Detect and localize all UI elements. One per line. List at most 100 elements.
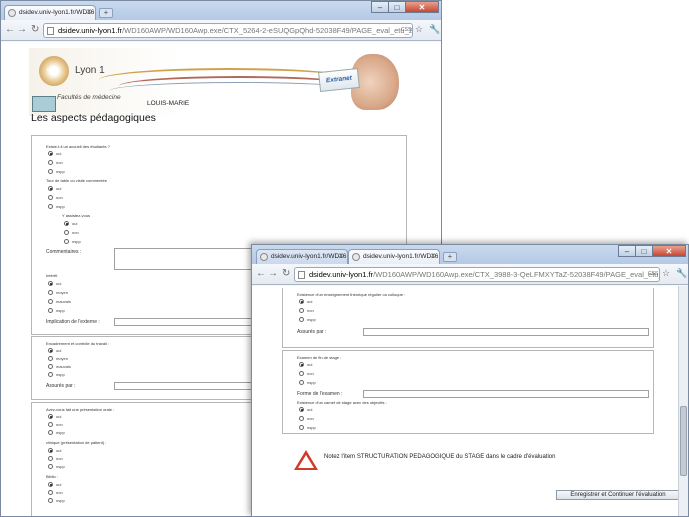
back-arrow-icon[interactable]: ← [256, 268, 266, 279]
wrench-icon[interactable]: 🔧 [676, 268, 687, 279]
radio-option[interactable]: oui [48, 151, 61, 157]
radio-option[interactable]: oui [299, 362, 312, 368]
reload-icon[interactable]: ↻ [282, 268, 290, 279]
radio-option[interactable]: nspp [48, 169, 65, 175]
radio-option[interactable]: mauvais [48, 299, 71, 305]
radio-option[interactable]: non [299, 371, 314, 377]
tab-title: dsidev.univ-lyon1.fr/WD16 [363, 253, 439, 260]
scrollbar[interactable] [678, 286, 688, 516]
radio-option[interactable]: nspp [299, 425, 316, 431]
radio-option[interactable]: oui [299, 407, 312, 413]
address-bar[interactable]: dsidev.univ-lyon1.fr/WD160AWP/WD160Awp.e… [43, 23, 413, 38]
browser-toolbar: ← → ↻ dsidev.univ-lyon1.fr/WD160AWP/WD16… [1, 20, 441, 41]
browser-toolbar: ← → ↻ dsidev.univ-lyon1.fr/WD160AWP/WD16… [252, 264, 688, 285]
minimize-button[interactable]: – [371, 1, 389, 13]
exam-form-input[interactable] [363, 390, 649, 398]
logo-text: Lyon 1 [75, 65, 105, 76]
maximize-button[interactable]: □ [388, 1, 406, 13]
close-window-button[interactable]: ✕ [405, 1, 439, 13]
page-content: Existence d'un enseignement théorique ré… [252, 286, 688, 516]
url-host: dsidev.univ-lyon1.fr [309, 270, 374, 279]
url-path: /WD160AWP/WD160Awp.exe/CTX_3988-3-QeLFMX… [373, 270, 660, 279]
page-title: Les aspects pédagogiques [31, 112, 156, 124]
radio-option[interactable]: non [48, 195, 63, 201]
radio-option[interactable]: oui [48, 186, 61, 192]
page-icon [298, 271, 305, 279]
assured-label: Assurés par : [297, 329, 327, 335]
close-tab-icon[interactable]: ✕ [430, 250, 436, 264]
radio-option[interactable]: nspp [48, 430, 65, 436]
radio-option[interactable]: nspp [299, 380, 316, 386]
browser-tab[interactable]: dsidev.univ-lyon1.fr/WD16 ✕ [256, 249, 348, 264]
radio-option[interactable]: oui [48, 448, 61, 454]
radio-option[interactable]: oui [48, 281, 61, 287]
radio-option[interactable]: mauvais [48, 364, 71, 370]
radio-option[interactable]: oui [48, 482, 61, 488]
radio-option[interactable]: oui [299, 299, 312, 305]
close-tab-icon[interactable]: ✕ [338, 250, 344, 264]
question-label: Biblio : [46, 474, 59, 479]
radio-option[interactable]: nspp [48, 308, 65, 314]
radio-option[interactable]: nspp [299, 317, 316, 323]
question-label: Avez-vous fait une présentation orale : [46, 407, 115, 412]
radio-option[interactable]: nspp [48, 464, 65, 470]
close-window-button[interactable]: ✕ [652, 245, 686, 257]
radio-option[interactable]: moyen [48, 356, 68, 362]
save-continue-button[interactable]: Enregistrer et Continuer l'évaluation [556, 490, 680, 500]
maximize-button[interactable]: □ [635, 245, 653, 257]
question-label: Encadrement et contrôle du travail : [46, 341, 110, 346]
minimize-button[interactable]: – [618, 245, 636, 257]
tab-title: dsidev.univ-lyon1.fr/WD16 [19, 9, 95, 16]
radio-option[interactable]: oui [48, 348, 61, 354]
radio-option[interactable]: moyen [48, 290, 68, 296]
question-label: clinique (présentation de patient) : [46, 440, 107, 445]
radio-option[interactable]: non [48, 490, 63, 496]
browser-tab-active[interactable]: dsidev.univ-lyon1.fr/WD16 ✕ [348, 249, 440, 264]
new-tab-button[interactable]: + [99, 8, 113, 18]
radio-option[interactable]: oui [48, 414, 61, 420]
close-tab-icon[interactable]: ✕ [86, 6, 92, 20]
radio-option[interactable]: nspp [48, 498, 65, 504]
assured-input[interactable] [363, 328, 649, 336]
radio-option[interactable]: nspp [48, 204, 65, 210]
question-label: Intérêt [46, 273, 58, 278]
page-favicon-icon [260, 253, 268, 261]
radio-option[interactable]: non [299, 416, 314, 422]
radio-option[interactable]: oui [64, 221, 77, 227]
subquestion-label: Y assistez-vous [62, 213, 90, 218]
radio-option[interactable]: non [299, 308, 314, 314]
address-bar[interactable]: dsidev.univ-lyon1.fr/WD160AWP/WD160Awp.e… [294, 267, 660, 282]
comments-label: Commentaires : [46, 249, 82, 255]
star-icon[interactable]: ☆ [662, 268, 670, 279]
implication-label: Implication de l'externe : [46, 319, 100, 325]
page-icon [47, 27, 54, 35]
forward-arrow-icon[interactable]: → [17, 24, 27, 35]
scrollbar-thumb[interactable] [680, 406, 687, 476]
reload-icon[interactable]: ↻ [31, 24, 39, 35]
radio-option[interactable]: non [48, 422, 63, 428]
radio-option[interactable]: nspp [64, 239, 81, 245]
back-arrow-icon[interactable]: ← [5, 24, 15, 35]
section-examen: Examen de fin de stage : oui non nspp Fo… [282, 350, 654, 434]
question-label: Tour de table ou visite commentée [46, 178, 107, 183]
radio-option[interactable]: non [48, 456, 63, 462]
radio-option[interactable]: nspp [48, 372, 65, 378]
student-name: LOUIS-MARIE [147, 100, 190, 107]
new-tab-button[interactable]: + [443, 252, 457, 262]
question-label: Existe-t-il un accueil des étudiants ? [46, 144, 110, 149]
radio-option[interactable]: non [48, 160, 63, 166]
url-path: /WD160AWP/WD160Awp.exe/CTX_5264-2-eSUQGp… [122, 26, 413, 35]
wrench-icon[interactable]: 🔧 [429, 24, 440, 35]
star-icon[interactable]: ☆ [415, 24, 423, 35]
question-label: Existence d'un enseignement théorique ré… [297, 292, 406, 297]
radio-option[interactable]: non [64, 230, 79, 236]
browser-tab[interactable]: dsidev.univ-lyon1.fr/WD16 ✕ [4, 5, 96, 20]
css-badge: CSS [648, 271, 659, 277]
instruction-note: Notez l'item STRUCTURATION PEDAGOGIQUE d… [324, 454, 556, 460]
page-favicon-icon [8, 9, 16, 17]
tab-strip: dsidev.univ-lyon1.fr/WD16 ✕ + – □ ✕ [1, 1, 441, 20]
forward-arrow-icon[interactable]: → [268, 268, 278, 279]
section-enseignement: Existence d'un enseignement théorique ré… [282, 288, 654, 348]
header-banner: ufc Lyon 1 Facultés de médecine Extranet [29, 48, 407, 116]
url-host: dsidev.univ-lyon1.fr [58, 26, 123, 35]
